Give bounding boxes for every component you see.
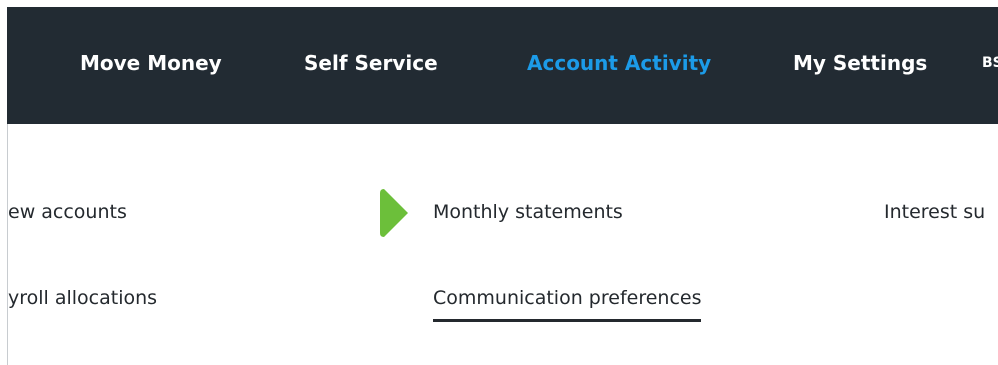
nav-my-settings[interactable]: My Settings — [793, 7, 927, 124]
nav-move-money[interactable]: Move Money — [80, 7, 222, 124]
submenu-communication-preferences[interactable]: Communication preferences — [433, 287, 702, 322]
submenu-view-accounts[interactable]: ew accounts — [8, 201, 127, 223]
nav-overflow-item[interactable]: BS — [982, 7, 998, 124]
submenu-payroll-allocations[interactable]: yroll allocations — [8, 287, 157, 309]
nav-self-service[interactable]: Self Service — [304, 7, 438, 124]
app-frame: Move Money Self Service Account Activity… — [0, 0, 998, 365]
submenu-monthly-statements[interactable]: Monthly statements — [433, 201, 623, 223]
submenu-interest[interactable]: Interest su — [884, 201, 985, 223]
top-navigation: Move Money Self Service Account Activity… — [7, 7, 998, 124]
left-divider — [7, 124, 8, 365]
nav-account-activity[interactable]: Account Activity — [527, 7, 711, 124]
triangle-right-icon — [380, 189, 408, 237]
